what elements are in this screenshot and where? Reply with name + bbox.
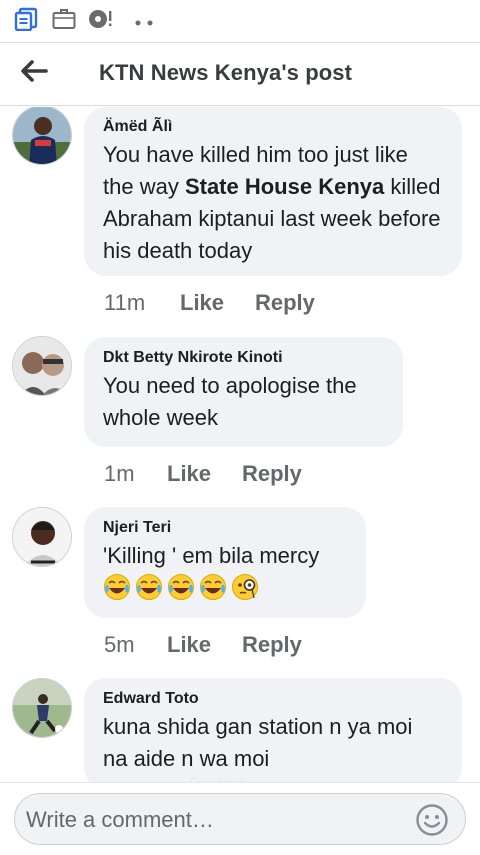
page-title: KTN News Kenya's post [99, 60, 353, 85]
arrow-left-icon [21, 60, 48, 82]
comment-bubble: Njeri Teri 'Killing ' em bila mercy [84, 507, 366, 618]
comment-text: 'Killing ' em bila mercy [103, 543, 320, 568]
post-header: KTN News Kenya's post [0, 42, 480, 106]
comment-timestamp: 1m [104, 461, 135, 486]
comment-author[interactable]: Dkt Betty Nkirote Kinoti [103, 348, 383, 368]
tears-of-joy-emoji [199, 573, 227, 601]
comment-text: You have killed him too just like the wa… [103, 139, 442, 267]
comment-composer-bar: Write a comment… [0, 782, 480, 855]
like-button[interactable]: Like [167, 461, 211, 487]
emoji-row [103, 573, 346, 601]
mention-link[interactable]: State House Kenya [185, 174, 384, 199]
like-button[interactable]: Like [180, 290, 224, 316]
avatar[interactable] [12, 107, 72, 165]
comment-text: You need to apologise the whole week [103, 373, 357, 430]
tears-of-joy-emoji [135, 573, 163, 601]
comment-timestamp: 11m [104, 290, 146, 315]
more-dots-icon [135, 14, 153, 32]
avatar[interactable] [12, 336, 72, 396]
blue-document-icon [14, 7, 38, 36]
comment-bubble: Dkt Betty Nkirote Kinoti You need to apo… [84, 337, 403, 447]
reply-button[interactable]: Reply [255, 290, 315, 316]
face-with-monocle-emoji [231, 573, 259, 601]
tears-of-joy-emoji [103, 573, 131, 601]
comment-input-placeholder: Write a comment… [26, 807, 214, 832]
reply-button[interactable]: Reply [242, 461, 302, 487]
comment-timestamp: 5m [104, 632, 135, 657]
comment-input[interactable]: Write a comment… [14, 793, 466, 845]
reply-button[interactable]: Reply [242, 632, 302, 658]
comment-text: kuna shida gan station n ya moi na aide … [103, 714, 413, 771]
status-bar [0, 0, 480, 40]
disc-notification-icon [88, 7, 114, 36]
smiley-icon[interactable] [415, 803, 449, 837]
avatar[interactable] [12, 507, 72, 567]
like-button[interactable]: Like [167, 632, 211, 658]
avatar[interactable] [12, 678, 72, 738]
comment-author[interactable]: Ämëd Ãlì [103, 117, 442, 137]
comment-author[interactable]: Njeri Teri [103, 518, 346, 538]
comment-bubble: Edward Toto kuna shida gan station n ya … [84, 678, 462, 782]
comment-bubble: Ämëd Ãlì You have killed him too just li… [84, 107, 462, 276]
comments-feed[interactable]: Ämëd Ãlì You have killed him too just li… [0, 107, 480, 782]
comment-author[interactable]: Edward Toto [103, 689, 442, 709]
briefcase-icon [52, 7, 76, 36]
tears-of-joy-emoji [167, 573, 195, 601]
back-button[interactable] [18, 59, 52, 89]
